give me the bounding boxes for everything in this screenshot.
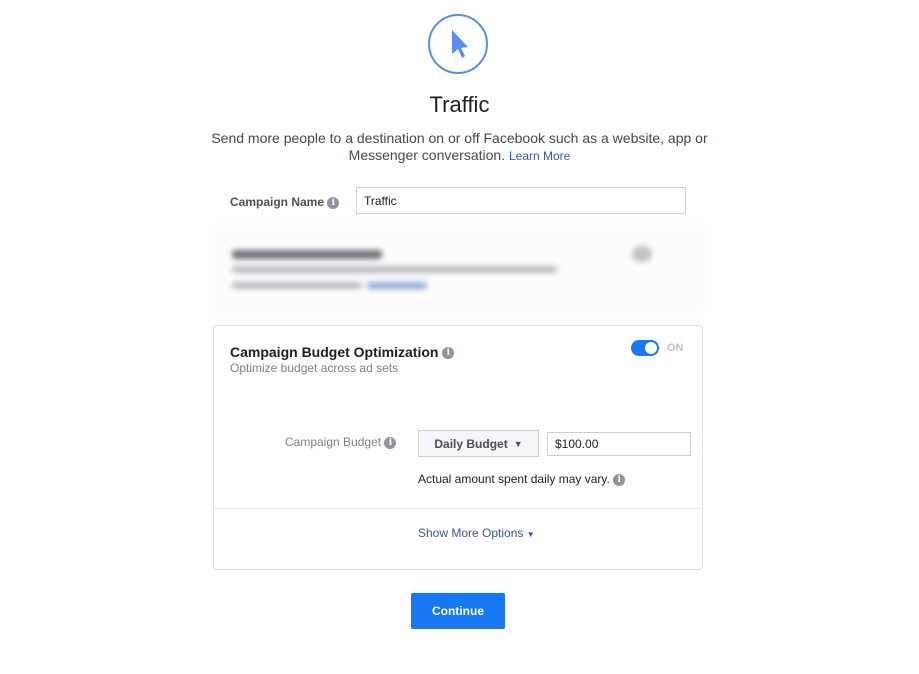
budget-type-dropdown[interactable]: Daily Budget ▼ (418, 430, 539, 457)
budget-type-text: Daily Budget (434, 436, 508, 451)
budget-note: Actual amount spent daily may vary. i (418, 472, 626, 486)
toggle-state: ON (667, 342, 684, 354)
info-icon[interactable]: i (327, 196, 340, 209)
cursor-icon (428, 14, 488, 74)
caret-down-icon: ▼ (526, 530, 535, 539)
cbo-card: Campaign Budget Optimization i Optimize … (213, 325, 703, 570)
cbo-toggle[interactable] (631, 340, 659, 356)
info-icon[interactable]: i (442, 347, 455, 360)
objective-description: Send more people to a destination on or … (200, 130, 719, 165)
note-text: Actual amount spent daily may vary. (418, 472, 610, 486)
divider (214, 508, 702, 509)
blurred-section (212, 226, 706, 314)
budget-amount-input[interactable]: $100.00 (547, 432, 691, 456)
description-text: Send more people to a destination on or … (211, 130, 708, 163)
cbo-subtitle: Optimize budget across ad sets (230, 361, 399, 375)
show-more-text: Show More Options (418, 526, 524, 540)
caret-down-icon: ▼ (513, 438, 523, 449)
show-more-options-link[interactable]: Show More Options ▼ (418, 526, 535, 540)
cbo-title-text: Campaign Budget Optimization (230, 344, 439, 360)
page-title: Traffic (429, 92, 490, 117)
continue-button[interactable]: Continue (411, 593, 505, 629)
label-text: Campaign Name (230, 195, 325, 209)
info-icon[interactable]: i (613, 473, 626, 486)
campaign-name-label: Campaign Name i (230, 195, 340, 209)
campaign-budget-label: Campaign Budget i (285, 435, 397, 449)
learn-more-link[interactable]: Learn More (509, 149, 570, 163)
budget-label-text: Campaign Budget (285, 435, 382, 449)
cbo-title: Campaign Budget Optimization i (230, 344, 455, 360)
campaign-name-input[interactable]: Traffic (356, 187, 686, 214)
info-icon[interactable]: i (384, 436, 397, 449)
